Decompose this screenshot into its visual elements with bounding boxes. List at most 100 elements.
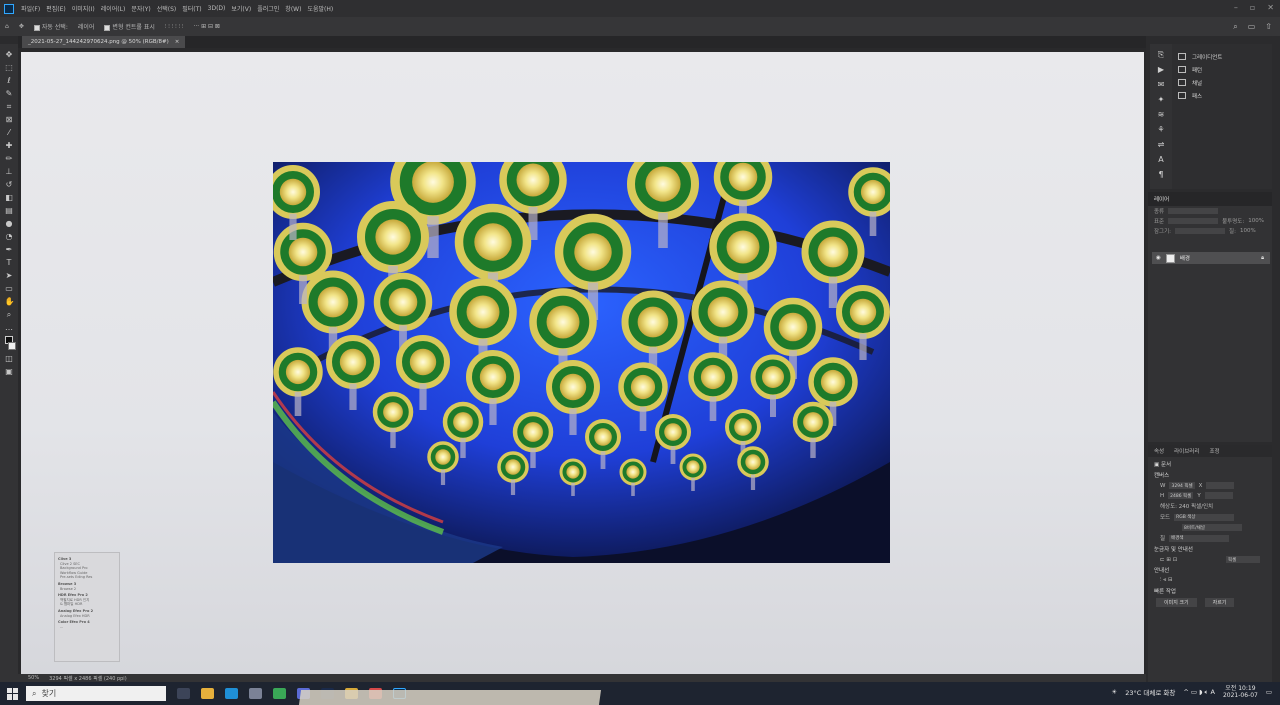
document-canvas[interactable]: Clive 3 Clive 2 SEC Background Pro Workf…	[21, 52, 1144, 674]
background-color-swatch[interactable]	[8, 342, 16, 350]
blend-mode-dropdown[interactable]: 표준	[1154, 217, 1164, 225]
transform-controls-checkbox[interactable]	[104, 24, 111, 31]
shape-tool-icon[interactable]: ▭	[5, 284, 14, 293]
align-icons[interactable]: ⫶ ⫶ ⫶ ⫶ ⫶ ⫶	[165, 23, 184, 31]
blur-tool-icon[interactable]: ●	[5, 219, 14, 228]
layer-background[interactable]: ◉ 배경 🔒︎	[1152, 252, 1270, 264]
nik-section-title[interactable]: HDR Efex Pro 2	[58, 593, 116, 597]
healing-tool-icon[interactable]: ✚	[5, 141, 14, 150]
fill-value[interactable]: 100%	[1240, 228, 1256, 234]
history-brush-tool-icon[interactable]: ↺	[5, 180, 14, 189]
menu-select[interactable]: 선택(S)	[157, 4, 177, 13]
eraser-tool-icon[interactable]: ◧	[5, 193, 14, 202]
nik-row[interactable]: ...	[60, 625, 116, 629]
taskbar-search-box[interactable]: ⌕ 찾기	[26, 686, 166, 701]
canvas-area[interactable]: Clive 3 Clive 2 SEC Background Pro Workf…	[18, 48, 1146, 674]
nik-row[interactable]: Browse 2	[60, 587, 116, 591]
hand-tool-icon[interactable]: ✋	[5, 297, 15, 306]
zoom-tool-icon[interactable]: ⌕	[5, 310, 14, 319]
comments-icon[interactable]: ✉	[1156, 80, 1166, 90]
marquee-tool-icon[interactable]: ⬚	[5, 63, 14, 72]
menu-view[interactable]: 보기(V)	[231, 4, 251, 13]
notification-icon[interactable]: ▭	[1266, 688, 1272, 696]
menu-filter[interactable]: 필터(T)	[182, 4, 201, 13]
layers-tab[interactable]: 레이어	[1148, 192, 1272, 206]
y-field[interactable]	[1204, 492, 1233, 499]
close-icon[interactable]: ✕	[1267, 3, 1274, 12]
lasso-tool-icon[interactable]: ℓ	[5, 76, 14, 85]
menu-3d[interactable]: 3D(D)	[208, 5, 226, 12]
rulers-section-heading[interactable]: 눈금자 및 안내선	[1154, 545, 1266, 553]
menu-layer[interactable]: 레이어(L)	[101, 4, 126, 13]
nik-row[interactable]: Analog Efex HDR	[60, 614, 116, 618]
mini-panel-gradient[interactable]: 그레이디언트	[1178, 50, 1266, 63]
move-tool-icon[interactable]: ✥	[19, 23, 24, 30]
maximize-icon[interactable]: ▫	[1250, 3, 1255, 12]
layer-select-dropdown[interactable]: 레이어	[78, 22, 95, 31]
auto-select-checkbox[interactable]	[33, 24, 40, 31]
path-select-tool-icon[interactable]: ➤	[5, 271, 14, 280]
mini-panel-pattern[interactable]: 패턴	[1178, 63, 1266, 76]
gradient-tool-icon[interactable]: ▤	[5, 206, 14, 215]
explorer-icon[interactable]	[201, 688, 214, 699]
eye-icon[interactable]: ◉	[1156, 255, 1161, 261]
image-size-button[interactable]: 이미지 크기	[1156, 598, 1197, 607]
move-tool-icon[interactable]: ✥	[5, 50, 14, 59]
stamp-tool-icon[interactable]: ⊥	[5, 167, 14, 176]
workspace-icon[interactable]: ▭	[1248, 22, 1256, 32]
crop-button[interactable]: 자르기	[1204, 598, 1235, 607]
ruler-icons[interactable]: ⊏ ⊞ ⊡	[1160, 557, 1177, 563]
task-view-icon[interactable]	[177, 688, 190, 699]
menu-image[interactable]: 이미지(I)	[72, 4, 95, 13]
brushes-icon[interactable]: ≋	[1156, 110, 1166, 120]
document-tab[interactable]: _2021-05-27_144242970624.png @ 50% (RGB/…	[22, 36, 186, 48]
share-icon[interactable]: ⇧	[1265, 22, 1272, 32]
screen-mode-icon[interactable]: ▣	[5, 367, 14, 376]
blend-mode-field[interactable]	[1168, 218, 1219, 224]
more-tools-icon[interactable]: …	[5, 323, 14, 332]
home-icon[interactable]: ⌂	[5, 23, 9, 30]
paragraph-icon[interactable]: ¶	[1156, 170, 1166, 180]
menu-help[interactable]: 도움말(H)	[307, 4, 333, 13]
adjustments-icon[interactable]: ⇌	[1156, 140, 1166, 150]
width-field[interactable]: 3294 픽셀	[1169, 482, 1195, 489]
chrome-icon[interactable]	[273, 688, 286, 699]
type-tool-icon[interactable]: T	[5, 258, 14, 267]
height-field[interactable]: 2486 픽셀	[1168, 492, 1194, 499]
tab-adjustments[interactable]: 조정	[1209, 447, 1219, 455]
canvas-section-heading[interactable]: 캔버스	[1154, 471, 1266, 479]
menu-edit[interactable]: 편집(E)	[46, 4, 66, 13]
lock-icons[interactable]	[1175, 228, 1226, 234]
opacity-value[interactable]: 100%	[1248, 218, 1264, 224]
settings-icon[interactable]	[249, 688, 262, 699]
weather-text[interactable]: 23°C 대체로 화창	[1125, 687, 1175, 697]
clock[interactable]: 오전 10:19 2021-06-07	[1223, 685, 1258, 699]
character-icon[interactable]: A	[1156, 155, 1166, 165]
brush-tool-icon[interactable]: ✏	[5, 154, 14, 163]
distribute-icons[interactable]: ··· ⊞ ⊟ ⊠	[193, 23, 220, 30]
nik-row[interactable]: & 웹파일 HDR	[60, 602, 116, 606]
mini-panel-paths[interactable]: 패스	[1178, 89, 1266, 102]
search-icon[interactable]: ⌕	[1233, 22, 1237, 32]
dodge-tool-icon[interactable]: ◔	[5, 232, 14, 241]
quick-mask-icon[interactable]: ◫	[5, 354, 14, 363]
canvas-fill-dropdown[interactable]: 배경색	[1169, 534, 1230, 542]
frame-tool-icon[interactable]: ⊠	[5, 115, 14, 124]
depth-dropdown[interactable]: 8비트/채널	[1182, 524, 1242, 531]
mode-dropdown[interactable]: RGB 색상	[1174, 513, 1235, 521]
document-tab-close-icon[interactable]: ×	[175, 39, 180, 45]
windows-start-icon[interactable]	[7, 687, 19, 700]
guide-icons[interactable]: ⫶ ⫷ ⊟	[1160, 577, 1173, 584]
menu-plugins[interactable]: 플러그인	[257, 4, 279, 13]
nik-section-title[interactable]: Clive 3	[58, 557, 116, 561]
eyedropper-tool-icon[interactable]: ⁄	[5, 128, 14, 137]
crop-tool-icon[interactable]: ⌗	[5, 102, 14, 111]
history-icon[interactable]: ⎘	[1156, 50, 1166, 60]
quick-select-tool-icon[interactable]: ✎	[5, 89, 14, 98]
nik-row[interactable]: Pre-sets Eding Res	[60, 575, 116, 579]
mini-panel-channels[interactable]: 채널	[1178, 76, 1266, 89]
nik-section-title[interactable]: Analog Efex Pro 2	[58, 609, 116, 613]
clone-source-icon[interactable]: ⚘	[1156, 125, 1166, 135]
nik-section-title[interactable]: Color Efex Pro 4	[58, 620, 116, 624]
tab-properties[interactable]: 속성	[1154, 447, 1164, 455]
